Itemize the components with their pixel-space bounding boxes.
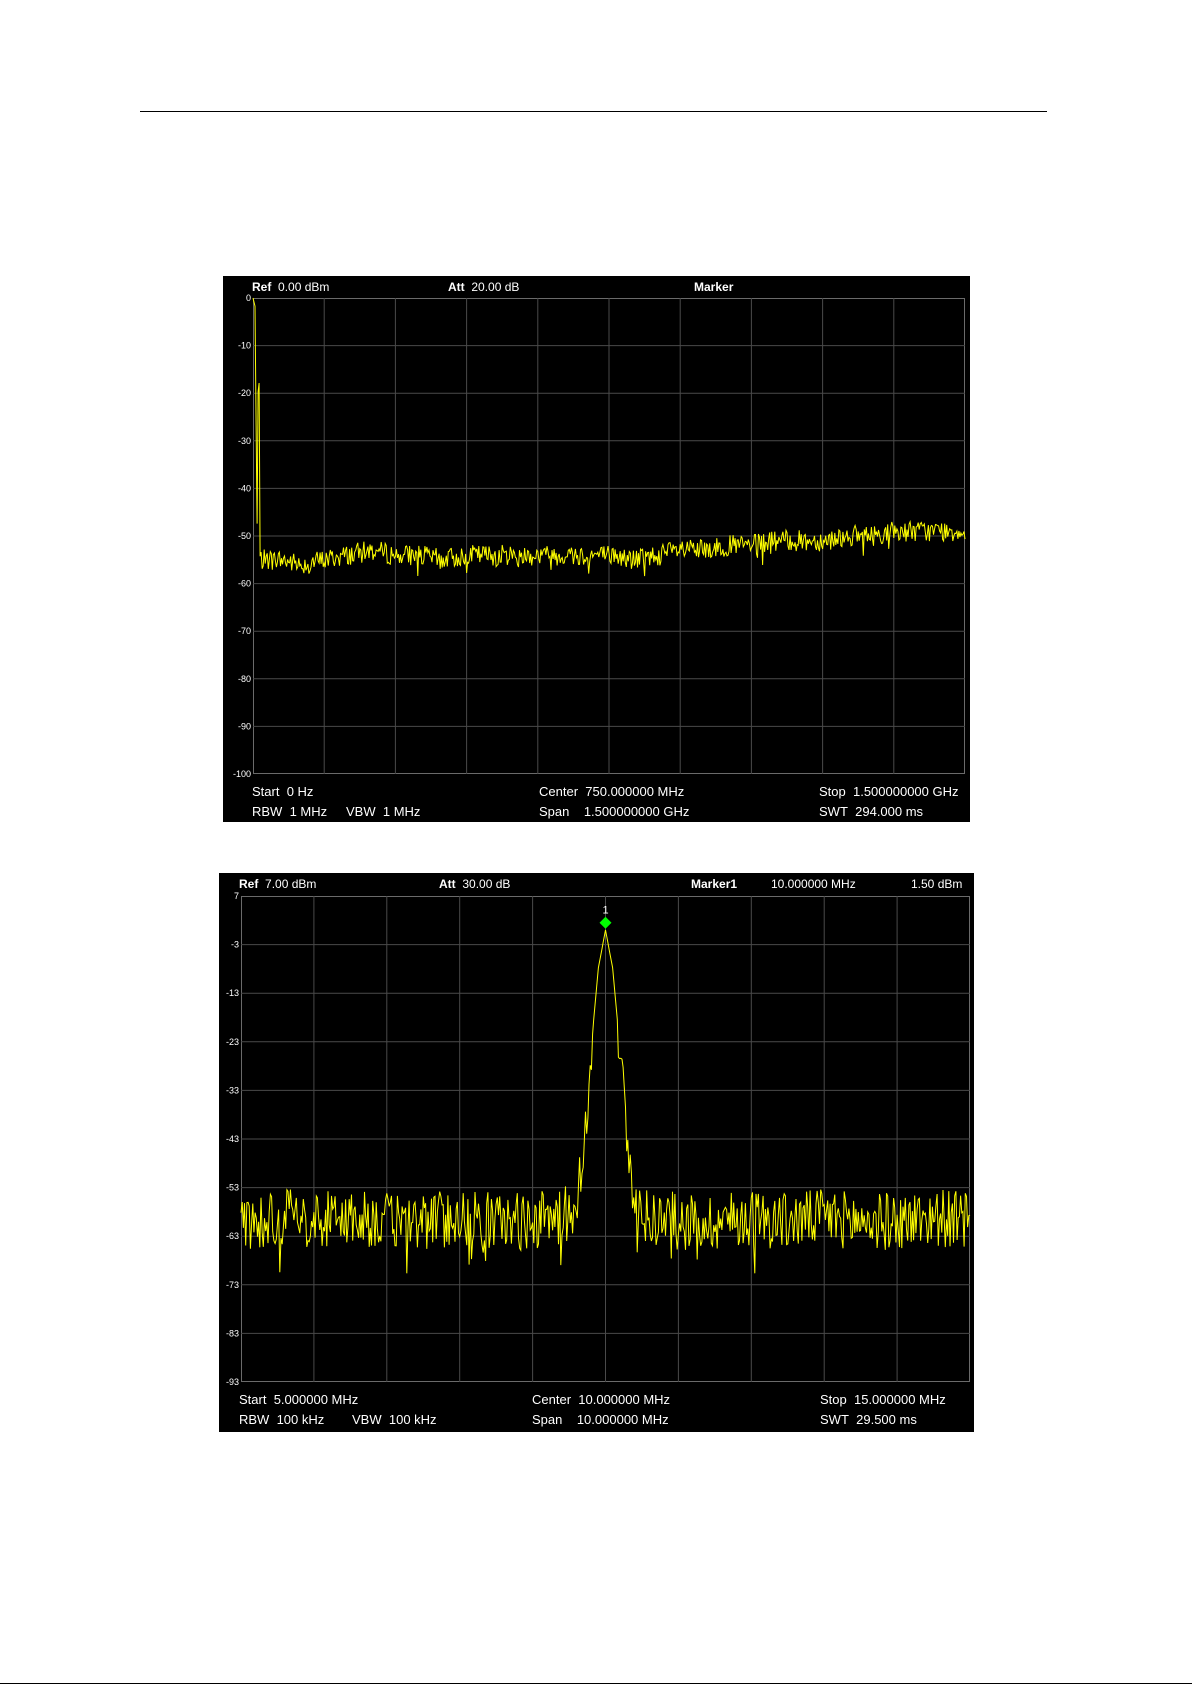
y-tick-label: -40 (238, 483, 251, 493)
swt-label: SWT (819, 804, 848, 819)
stop-label: Stop (819, 784, 846, 799)
start-value: 0 Hz (286, 784, 314, 799)
y-tick-label: -30 (238, 436, 251, 446)
rbw-readout: RBW 100 kHz (239, 1412, 324, 1427)
span-value: 1.500000000 GHz (583, 804, 690, 819)
stop-value: 15.000000 MHz (853, 1392, 946, 1407)
span-label: Span (532, 1412, 563, 1427)
y-tick-label: -80 (238, 674, 251, 684)
y-tick-label: -33 (226, 1085, 239, 1095)
vbw-readout: VBW 100 kHz (352, 1412, 437, 1427)
stop-label: Stop (820, 1392, 847, 1407)
stop-readout: Stop 15.000000 MHz (820, 1392, 946, 1407)
start-label: Start (239, 1392, 267, 1407)
y-tick-label: 7 (234, 891, 239, 901)
y-tick-label: -20 (238, 388, 251, 398)
swt-value: 29.500 ms (856, 1412, 917, 1427)
center-value: 750.000000 MHz (585, 784, 685, 799)
y-tick-label: -43 (226, 1134, 239, 1144)
y-tick-label: -23 (226, 1037, 239, 1047)
header-rule (140, 111, 1047, 112)
rbw-value: 100 kHz (276, 1412, 325, 1427)
vbw-value: 1 MHz (382, 804, 421, 819)
rbw-value: 1 MHz (289, 804, 328, 819)
spectrum-screen-full-span: Ref 0.00 dBm Att 20.00 dB Marker 0 -10 -20… (223, 276, 970, 822)
spectrum-plot-svg: 0 -10 -20 -30 -40 -50 -60 -70 -80 -90 -100 (233, 293, 966, 779)
center-value: 10.000000 MHz (578, 1392, 671, 1407)
stop-value: 1.500000000 GHz (852, 784, 959, 799)
rbw-label: RBW (252, 804, 283, 819)
vbw-label: VBW (346, 804, 376, 819)
span-readout: Span 1.500000000 GHz (539, 804, 689, 819)
y-tick-label: -73 (226, 1280, 239, 1290)
start-value: 5.000000 MHz (273, 1392, 359, 1407)
y-tick-label: -83 (226, 1328, 239, 1338)
y-tick-label: -10 (238, 341, 251, 351)
span-label: Span (539, 804, 570, 819)
center-readout: Center 10.000000 MHz (532, 1392, 670, 1407)
span-value: 10.000000 MHz (576, 1412, 669, 1427)
y-tick-label: -60 (238, 579, 251, 589)
rbw-label: RBW (239, 1412, 270, 1427)
y-tick-label: 0 (246, 293, 251, 303)
center-readout: Center 750.000000 MHz (539, 784, 684, 799)
spectrum-screen-zoomed: Ref 7.00 dBm Att 30.00 dB Marker1 10.000… (219, 873, 974, 1432)
y-tick-label: -100 (233, 769, 251, 779)
swt-value: 294.000 ms (855, 804, 924, 819)
swt-readout: SWT 294.000 ms (819, 804, 923, 819)
center-label: Center (532, 1392, 572, 1407)
grid (241, 896, 970, 1382)
center-label: Center (539, 784, 579, 799)
start-readout: Start 0 Hz (252, 784, 313, 799)
vbw-label: VBW (352, 1412, 382, 1427)
spectrum-plot-svg: 7 -3 -13 -23 -33 -43 -53 -63 -73 -83 -93 1 (226, 891, 971, 1387)
marker-diamond (599, 916, 612, 929)
vbw-readout: VBW 1 MHz (346, 804, 420, 819)
y-tick-label: -90 (238, 721, 251, 731)
y-tick-label: -63 (226, 1231, 239, 1241)
rbw-readout: RBW 1 MHz (252, 804, 327, 819)
swt-label: SWT (820, 1412, 849, 1427)
y-tick-label: -70 (238, 626, 251, 636)
y-tick-label: -3 (231, 940, 239, 950)
start-label: Start (252, 784, 280, 799)
marker-number: 1 (602, 905, 608, 917)
y-tick-label: -13 (226, 988, 239, 998)
y-tick-label: -53 (226, 1183, 239, 1193)
span-readout: Span 10.000000 MHz (532, 1412, 669, 1427)
y-tick-label: -93 (226, 1377, 239, 1387)
swt-readout: SWT 29.500 ms (820, 1412, 917, 1427)
y-tick-label: -50 (238, 531, 251, 541)
stop-readout: Stop 1.500000000 GHz (819, 784, 959, 799)
start-readout: Start 5.000000 MHz (239, 1392, 358, 1407)
vbw-value: 100 kHz (388, 1412, 437, 1427)
footer-rule (0, 1683, 1192, 1684)
